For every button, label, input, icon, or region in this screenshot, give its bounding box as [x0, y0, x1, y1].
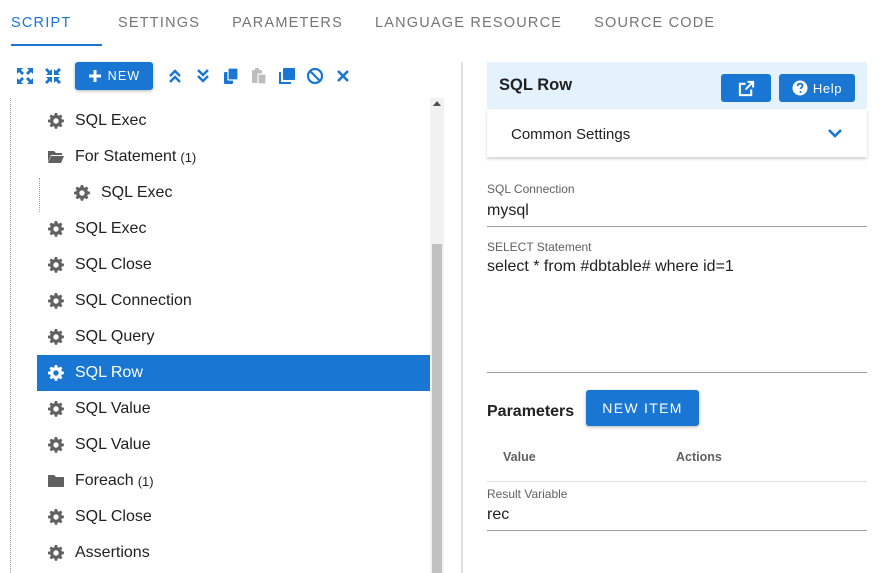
tree-item-sql-exec-nested[interactable]: SQL Exec — [63, 175, 430, 211]
tab-language-resource[interactable]: LANGUAGE RESOURCE — [359, 0, 578, 46]
select-statement-label: SELECT Statement — [487, 240, 592, 254]
tab-parameters-label: PARAMETERS — [232, 15, 343, 31]
gear-icon — [47, 508, 65, 526]
table-divider — [487, 481, 867, 482]
help-button-label: Help — [812, 80, 843, 96]
chevron-down-icon — [828, 129, 842, 138]
scroll-up-arrow-icon[interactable] — [433, 101, 441, 106]
tree-item-label: SQL Row — [75, 364, 143, 381]
help-button[interactable]: Help — [779, 74, 855, 102]
result-variable-field[interactable]: rec — [487, 506, 867, 531]
tree-item-count: (1) — [137, 473, 154, 489]
script-toolbar: NEW — [0, 62, 460, 90]
tree-item-count: (1) — [180, 149, 197, 165]
tab-settings-label: SETTINGS — [118, 15, 201, 31]
sql-connection-field[interactable]: mysql — [487, 202, 867, 227]
tab-settings[interactable]: SETTINGS — [102, 0, 216, 46]
tab-bar: SCRIPT SETTINGS PARAMETERS LANGUAGE RESO… — [0, 0, 893, 46]
tree-item-label: Assertions — [75, 544, 150, 561]
new-button-label: NEW — [107, 69, 141, 83]
tab-language-resource-label: LANGUAGE RESOURCE — [374, 15, 563, 31]
select-statement-field[interactable]: select * from #dbtable# where id=1 — [487, 258, 867, 373]
tab-source-code-label: SOURCE CODE — [594, 15, 716, 31]
open-external-button[interactable] — [721, 74, 771, 102]
tree-item-for-statement[interactable]: For Statement (1) — [37, 139, 430, 175]
delete-icon[interactable] — [333, 66, 353, 86]
tree-item-label: SQL Exec — [75, 112, 147, 129]
gear-icon — [47, 400, 65, 418]
tree-item-label: SQL Value — [75, 400, 151, 417]
tree-scrollbar[interactable] — [430, 98, 444, 573]
move-up-icon[interactable] — [165, 66, 185, 86]
gear-icon — [47, 292, 65, 310]
column-header-actions: Actions — [676, 450, 722, 464]
tree-item-label: SQL Connection — [75, 292, 192, 309]
tree-item-label: SQL Exec — [75, 220, 147, 237]
tab-parameters[interactable]: PARAMETERS — [216, 0, 359, 46]
tree-item-sql-close[interactable]: SQL Close — [37, 247, 430, 283]
gear-icon — [73, 184, 91, 202]
tree-item-sql-value[interactable]: SQL Value — [37, 391, 430, 427]
external-link-icon — [738, 80, 754, 96]
paste-icon[interactable] — [249, 66, 269, 86]
tree-item-label: SQL Value — [75, 436, 151, 453]
duplicate-icon[interactable] — [277, 66, 297, 86]
column-header-value: Value — [503, 450, 536, 464]
tab-script[interactable]: SCRIPT — [0, 0, 102, 46]
folder-open-icon — [47, 148, 65, 166]
tab-source-code[interactable]: SOURCE CODE — [578, 0, 731, 46]
tree-item-sql-exec[interactable]: SQL Exec — [37, 103, 430, 139]
move-down-icon[interactable] — [193, 66, 213, 86]
copy-icon[interactable] — [221, 66, 241, 86]
disable-icon[interactable] — [305, 66, 325, 86]
script-tree: SQL Exec For Statement (1) SQL Exec SQL … — [10, 98, 430, 573]
collapse-all-icon[interactable] — [43, 66, 63, 86]
sql-connection-label: SQL Connection — [487, 182, 575, 196]
result-variable-label: Result Variable — [487, 487, 568, 501]
new-item-button[interactable]: NEW ITEM — [586, 390, 699, 426]
gear-icon — [47, 364, 65, 382]
panel-title: SQL Row — [499, 76, 573, 94]
tree-item-sql-value[interactable]: SQL Value — [37, 427, 430, 463]
panel-header: SQL Row Help — [487, 62, 867, 109]
tree-item-sql-row[interactable]: SQL Row — [37, 355, 430, 391]
gear-icon — [47, 544, 65, 562]
gear-icon — [47, 328, 65, 346]
tree-item-label: SQL Query — [75, 328, 155, 345]
parameters-title: Parameters — [487, 403, 575, 420]
help-icon — [792, 80, 808, 96]
tree-item-label: SQL Close — [75, 508, 152, 525]
common-settings-label: Common Settings — [511, 126, 631, 143]
pane-divider[interactable] — [461, 62, 463, 573]
plus-icon — [88, 70, 101, 82]
tree-item-sql-connection[interactable]: SQL Connection — [37, 283, 430, 319]
scrollbar-thumb[interactable] — [432, 244, 442, 573]
gear-icon — [47, 436, 65, 454]
tree-nest-line — [39, 178, 40, 212]
tree-item-sql-close[interactable]: SQL Close — [37, 499, 430, 535]
tab-script-label: SCRIPT — [11, 15, 72, 31]
gear-icon — [47, 256, 65, 274]
tree-item-label: SQL Close — [75, 256, 152, 273]
tree-item-foreach[interactable]: Foreach (1) — [37, 463, 430, 499]
tree-item-label: Foreach — [75, 472, 134, 489]
tree-item-label: SQL Exec — [101, 184, 173, 201]
gear-icon — [47, 112, 65, 130]
gear-icon — [47, 220, 65, 238]
new-button[interactable]: NEW — [75, 62, 153, 90]
tree-item-label: For Statement — [75, 148, 177, 165]
tree-item-sql-query[interactable]: SQL Query — [37, 319, 430, 355]
common-settings-expander[interactable]: Common Settings — [487, 109, 867, 157]
tree-item-sql-exec[interactable]: SQL Exec — [37, 211, 430, 247]
expand-all-icon[interactable] — [15, 66, 35, 86]
folder-icon — [47, 472, 65, 490]
tree-item-assertions[interactable]: Assertions — [37, 535, 430, 571]
